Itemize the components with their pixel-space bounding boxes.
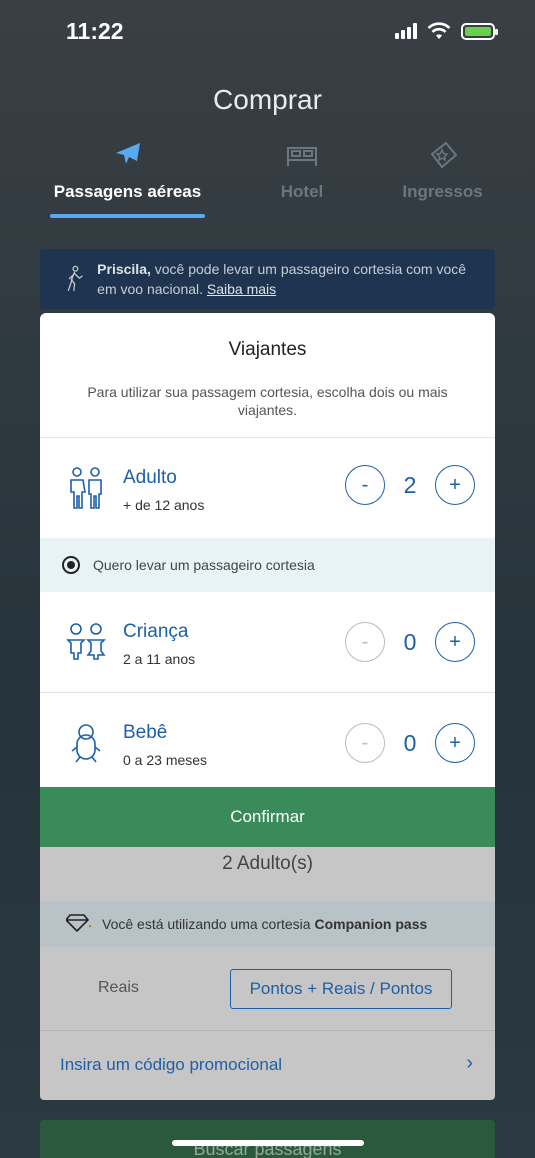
wifi-icon [427,22,451,39]
diamond-icon [64,912,92,937]
status-time: 11:22 [66,18,124,44]
banner-name: Priscila, [97,261,151,277]
banner-text: Priscila, você pode levar um passageiro … [97,259,483,299]
page-title: Comprar [213,84,322,115]
chevron-right-icon: › [466,1052,473,1074]
child-count: 0 [403,629,417,655]
status-bar: 11:22 [0,0,535,60]
baby-count: 0 [403,730,417,756]
adult-label: Adulto [123,467,177,488]
tab-tickets[interactable]: Ingressos [395,140,490,202]
companion-text: Você está utilizando uma cortesia [102,916,311,932]
travelers-summary: 2 Adulto(s) [222,853,313,874]
adults-icon [70,467,102,509]
baby-icon [71,724,101,763]
courtesy-option-label: Quero levar um passageiro cortesia [93,557,315,573]
tab-tickets-label: Ingressos [402,182,483,201]
travelers-modal: Viajantes Para utilizar sua passagem cor… [40,313,495,847]
baby-increment-button[interactable]: + [435,723,475,763]
companion-pass-name: Companion pass [314,916,428,932]
child-decrement-button[interactable]: - [345,622,385,662]
child-increment-button[interactable]: + [435,622,475,662]
banner-message: você pode levar um passageiro cortesia c… [97,261,467,297]
active-tab-indicator [50,214,205,218]
child-age-range: 2 a 11 anos [123,651,196,667]
tab-flights[interactable]: Passagens aéreas [50,140,205,202]
child-row: Criança 2 a 11 anos - 0 + [40,592,495,692]
tab-bar: Passagens aéreas Hotel Ingressos [0,140,535,220]
companion-banner: Priscila, você pode levar um passageiro … [40,249,495,309]
airplane-icon [50,140,205,176]
home-indicator [172,1140,364,1146]
modal-title: Viajantes [228,339,307,360]
adult-row: Adulto + de 12 anos - 2 + [40,438,495,538]
confirm-button[interactable]: Confirmar [40,787,495,847]
bed-icon [262,140,342,176]
companion-pass-notice: Você está utilizando uma cortesia Compan… [40,901,495,947]
tab-hotel-label: Hotel [280,182,324,201]
pay-reais-option[interactable]: Reais [98,979,139,997]
modal-subtitle: Para utilizar sua passagem cortesia, esc… [87,384,448,418]
tab-hotel[interactable]: Hotel [262,140,342,202]
tab-flights-label: Passagens aéreas [53,182,202,201]
baby-age-range: 0 a 23 meses [123,752,208,768]
battery-icon [461,22,498,40]
courtesy-radio[interactable] [62,556,80,574]
walking-passengers-icon [67,265,83,291]
baby-row: Bebê 0 a 23 meses - 0 + [40,693,495,793]
pay-points-option[interactable]: Pontos + Reais / Pontos [230,969,452,1009]
adult-increment-button[interactable]: + [435,465,475,505]
status-icons [395,22,498,40]
children-icon [66,623,106,660]
adult-count: 2 [403,472,417,498]
booking-summary-panel: 2 Adulto(s) Você está utilizando uma cor… [40,847,495,1100]
learn-more-link[interactable]: Saiba mais [207,281,276,297]
adult-age-range: + de 12 anos [123,497,205,513]
search-flights-button[interactable]: Buscar passagens [40,1120,495,1158]
child-label: Criança [123,621,189,642]
baby-label: Bebê [123,722,168,743]
cellular-signal-icon [395,23,417,39]
adult-decrement-button[interactable]: - [345,465,385,505]
courtesy-option[interactable]: Quero levar um passageiro cortesia [40,538,495,592]
divider [40,1030,495,1031]
promo-code-link[interactable]: Insira um código promocional [60,1055,282,1075]
ticket-icon [395,140,490,176]
baby-decrement-button[interactable]: - [345,723,385,763]
payment-options: Reais Pontos + Reais / Pontos [40,967,495,1011]
